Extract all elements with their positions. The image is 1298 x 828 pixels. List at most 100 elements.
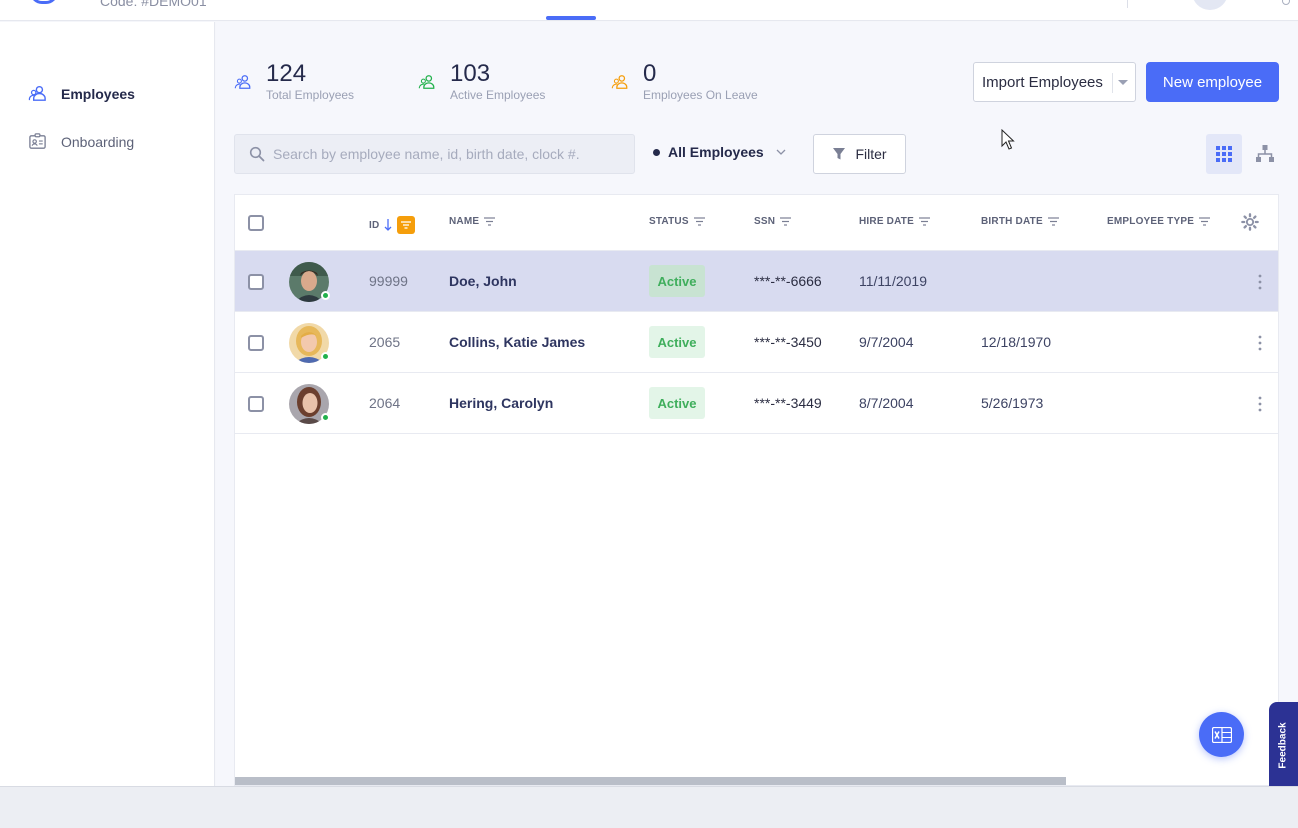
feedback-label: Feedback (1278, 721, 1290, 769)
select-all-checkbox[interactable] (248, 215, 264, 231)
filter-button[interactable]: Filter (813, 134, 906, 174)
stat-label: Total Employees (266, 88, 355, 102)
horizontal-scrollbar[interactable] (235, 777, 1066, 785)
onboarding-icon (29, 133, 46, 149)
people-icon (418, 75, 435, 89)
column-filter-icon[interactable] (780, 217, 792, 226)
stat-value: 124 (266, 60, 307, 87)
row-menu-kebab-icon[interactable] (1255, 334, 1265, 352)
table-row[interactable]: 2065 Collins, Katie James Active ***-**-… (235, 312, 1278, 373)
stat-value: 103 (450, 60, 491, 87)
column-header-hire-date[interactable]: HIRE DATE (859, 216, 930, 227)
export-excel-button[interactable] (1199, 712, 1244, 757)
column-label: EMPLOYEE TYPE (1107, 216, 1195, 227)
app-logo[interactable] (30, 0, 58, 4)
employees-icon (28, 85, 46, 101)
company-code: Code: #DEMO01 (100, 0, 207, 9)
caret-down-icon (1118, 80, 1128, 85)
stat-label: Active Employees (450, 88, 546, 102)
employee-id: 2065 (369, 334, 401, 350)
employee-hire-date: 9/7/2004 (859, 334, 914, 350)
sidebar-item-employees[interactable]: Employees (28, 84, 135, 103)
column-header-name[interactable]: NAME (449, 216, 496, 227)
online-status-dot (321, 291, 330, 300)
column-filter-icon[interactable] (484, 217, 496, 226)
column-settings-gear-icon[interactable] (1241, 213, 1259, 231)
row-checkbox[interactable] (248, 335, 264, 351)
stat-employees-on-leave: 0 Employees On Leave (611, 60, 758, 102)
row-menu-kebab-icon[interactable] (1255, 273, 1265, 291)
column-header-birth-date[interactable]: BIRTH DATE (981, 216, 1059, 227)
feedback-tab[interactable]: Feedback (1269, 702, 1298, 788)
org-chart-view-button[interactable] (1248, 134, 1282, 174)
column-header-status[interactable]: STATUS (649, 216, 705, 227)
row-menu-kebab-icon[interactable] (1255, 395, 1265, 413)
people-icon (611, 75, 628, 89)
grid-view-button[interactable] (1206, 134, 1242, 174)
column-label: BIRTH DATE (981, 216, 1043, 227)
user-avatar[interactable] (1192, 0, 1228, 10)
sidebar-item-label: Onboarding (61, 133, 135, 150)
column-label: NAME (449, 216, 480, 227)
employee-name-link[interactable]: Collins, Katie James (449, 334, 585, 350)
table-header: ID NAME STATUS SSN HIRE DATE BIRTH DATE … (235, 195, 1278, 251)
employee-scope-dropdown[interactable]: All Employees (653, 144, 786, 160)
employee-table: ID NAME STATUS SSN HIRE DATE BIRTH DATE … (234, 194, 1279, 786)
main-content: 124 Total Employees 103 Active Employees… (216, 22, 1298, 786)
table-row[interactable]: 2064 Hering, Carolyn Active ***-**-3449 … (235, 373, 1278, 434)
notification-icon[interactable] (1282, 0, 1290, 5)
avatar (289, 323, 330, 363)
sort-down-icon[interactable] (384, 219, 392, 231)
row-checkbox[interactable] (248, 396, 264, 412)
employee-name-link[interactable]: Hering, Carolyn (449, 395, 553, 411)
column-label: SSN (754, 216, 776, 227)
new-employee-button[interactable]: New employee (1146, 62, 1279, 102)
sidebar-item-onboarding[interactable]: Onboarding (28, 132, 134, 151)
employee-ssn: ***-**-6666 (754, 273, 822, 289)
employee-birth-date: 12/18/1970 (981, 334, 1052, 350)
sidebar: Employees Onboarding (0, 22, 215, 786)
column-label: HIRE DATE (859, 216, 914, 227)
column-header-employee-type[interactable]: EMPLOYEE TYPE (1107, 216, 1211, 227)
column-filter-icon[interactable] (1047, 217, 1059, 226)
active-tab-indicator (546, 16, 596, 20)
search-box (234, 134, 635, 174)
mouse-cursor-icon (1001, 129, 1015, 150)
stat-active-employees: 103 Active Employees (418, 60, 545, 102)
stat-value: 0 (643, 60, 657, 87)
status-badge: Active (649, 326, 705, 358)
column-filter-icon[interactable] (1199, 217, 1211, 226)
funnel-icon (833, 148, 846, 160)
column-filter-active-icon[interactable] (397, 216, 416, 234)
top-bar: Code: #DEMO01 (0, 0, 1298, 21)
import-employees-button[interactable]: Import Employees (973, 62, 1136, 102)
bottom-bar (0, 786, 1298, 828)
scope-label: All Employees (668, 144, 764, 160)
stat-total-employees: 124 Total Employees (234, 60, 354, 102)
chevron-down-icon (776, 149, 786, 155)
column-filter-icon[interactable] (693, 217, 705, 226)
column-label: ID (369, 219, 380, 231)
avatar (289, 384, 330, 424)
column-header-ssn[interactable]: SSN (754, 216, 792, 227)
sidebar-item-label: Employees (61, 85, 135, 102)
employee-id: 2064 (369, 395, 401, 411)
table-row[interactable]: 99999 Doe, John Active ***-**-6666 11/11… (235, 251, 1278, 312)
employee-ssn: ***-**-3449 (754, 395, 822, 411)
excel-icon (1211, 726, 1232, 743)
filter-label: Filter (855, 146, 887, 162)
column-label: STATUS (649, 216, 689, 227)
online-status-dot (321, 413, 330, 422)
employee-ssn: ***-**-3450 (754, 334, 822, 350)
column-filter-icon[interactable] (918, 217, 930, 226)
import-employees-label: Import Employees (982, 73, 1103, 91)
dropdown-divider (1112, 73, 1113, 93)
grid-icon (1216, 146, 1232, 162)
search-input[interactable] (273, 146, 613, 162)
employee-name-link[interactable]: Doe, John (449, 273, 517, 289)
row-checkbox[interactable] (248, 274, 264, 290)
status-badge: Active (649, 387, 705, 419)
avatar (289, 262, 330, 302)
employee-birth-date: 5/26/1973 (981, 395, 1044, 411)
column-header-id[interactable]: ID (369, 216, 416, 234)
